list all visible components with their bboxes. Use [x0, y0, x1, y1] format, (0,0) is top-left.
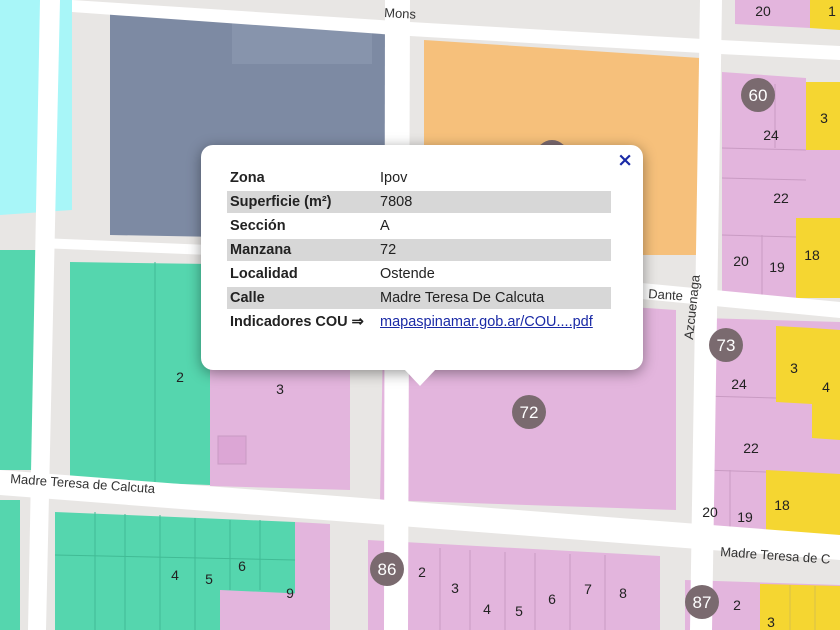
lot-number: 8: [619, 585, 627, 601]
lot-number: 3: [767, 614, 775, 630]
parcel-info-popup: × Zona Ipov Superficie (m²) 7808 Sección…: [201, 145, 643, 386]
lot-number: 3: [276, 381, 284, 397]
label-zona: Zona: [230, 170, 265, 186]
block-badge-72[interactable]: 72: [512, 395, 546, 429]
lot-number: 3: [790, 360, 798, 376]
svg-text:86: 86: [378, 560, 397, 579]
block-badge-60[interactable]: 60: [741, 78, 775, 112]
value-seccion: A: [380, 218, 390, 234]
lot-number: 6: [548, 591, 556, 607]
row-manzana: Manzana 72: [227, 239, 611, 261]
label-indicadores: Indicadores COU ⇒: [230, 314, 364, 330]
lot-number: 5: [205, 571, 213, 587]
label-superficie: Superficie (m²): [227, 191, 377, 213]
lot-number: 2: [733, 597, 741, 613]
row-calle: Calle Madre Teresa De Calcuta: [227, 287, 611, 309]
label-seccion: Sección: [230, 218, 286, 234]
row-seccion: Sección A: [227, 215, 611, 237]
lot-number: 20: [702, 504, 718, 520]
value-manzana: 72: [377, 239, 611, 261]
block-cyan[interactable]: [0, 0, 72, 215]
label-manzana: Manzana: [227, 239, 377, 261]
block-badge-73[interactable]: 73: [709, 328, 743, 362]
row-superficie: Superficie (m²) 7808: [227, 191, 611, 213]
popup-tip: [404, 369, 436, 386]
lot-number: 6: [238, 558, 246, 574]
lot-number: 2: [418, 564, 426, 580]
value-localidad: Ostende: [380, 266, 435, 282]
lot-number: 19: [769, 259, 785, 275]
lot-number: 2: [176, 369, 184, 385]
block-badge-86[interactable]: 86: [370, 552, 404, 586]
row-localidad: Localidad Ostende: [227, 263, 611, 285]
lot-number: 1: [828, 3, 836, 19]
svg-text:87: 87: [693, 593, 712, 612]
lot-number: 9: [286, 585, 294, 601]
lot-number: 20: [733, 253, 749, 269]
lot-number: 7: [584, 581, 592, 597]
svg-text:60: 60: [749, 86, 768, 105]
lot-number: 3: [451, 580, 459, 596]
label-localidad: Localidad: [230, 266, 298, 282]
lot-number: 19: [737, 509, 753, 525]
lot-number: 4: [483, 601, 491, 617]
row-zona: Zona Ipov: [227, 167, 611, 189]
parcel-info-table: Zona Ipov Superficie (m²) 7808 Sección A…: [227, 165, 611, 335]
lot-number: 24: [731, 376, 747, 392]
lot-number: 22: [773, 190, 789, 206]
cou-pdf-link[interactable]: mapaspinamar.gob.ar/COU....pdf: [380, 314, 593, 330]
lot-number: 18: [804, 247, 820, 263]
value-zona: Ipov: [380, 170, 408, 186]
lot-number: 22: [743, 440, 759, 456]
value-superficie: 7808: [377, 191, 611, 213]
svg-text:72: 72: [520, 403, 539, 422]
lot-number: 18: [774, 497, 790, 513]
lot-number: 24: [763, 127, 779, 143]
lot-number: 4: [171, 567, 179, 583]
lot-number: 3: [820, 110, 828, 126]
label-calle: Calle: [227, 287, 377, 309]
block-badge-87[interactable]: 87: [685, 585, 719, 619]
row-indicadores: Indicadores COU ⇒ mapaspinamar.gob.ar/CO…: [227, 311, 611, 333]
street-label-dante: Dante: [648, 286, 684, 303]
lot-number: 4: [822, 379, 830, 395]
close-icon[interactable]: ×: [617, 149, 633, 171]
svg-text:73: 73: [717, 336, 736, 355]
value-calle: Madre Teresa De Calcuta: [377, 287, 611, 309]
street-label-mons: Mons: [384, 5, 417, 22]
block-teal-mid[interactable]: [70, 262, 210, 485]
lot-number: 20: [755, 3, 771, 19]
lot-number: 5: [515, 603, 523, 619]
